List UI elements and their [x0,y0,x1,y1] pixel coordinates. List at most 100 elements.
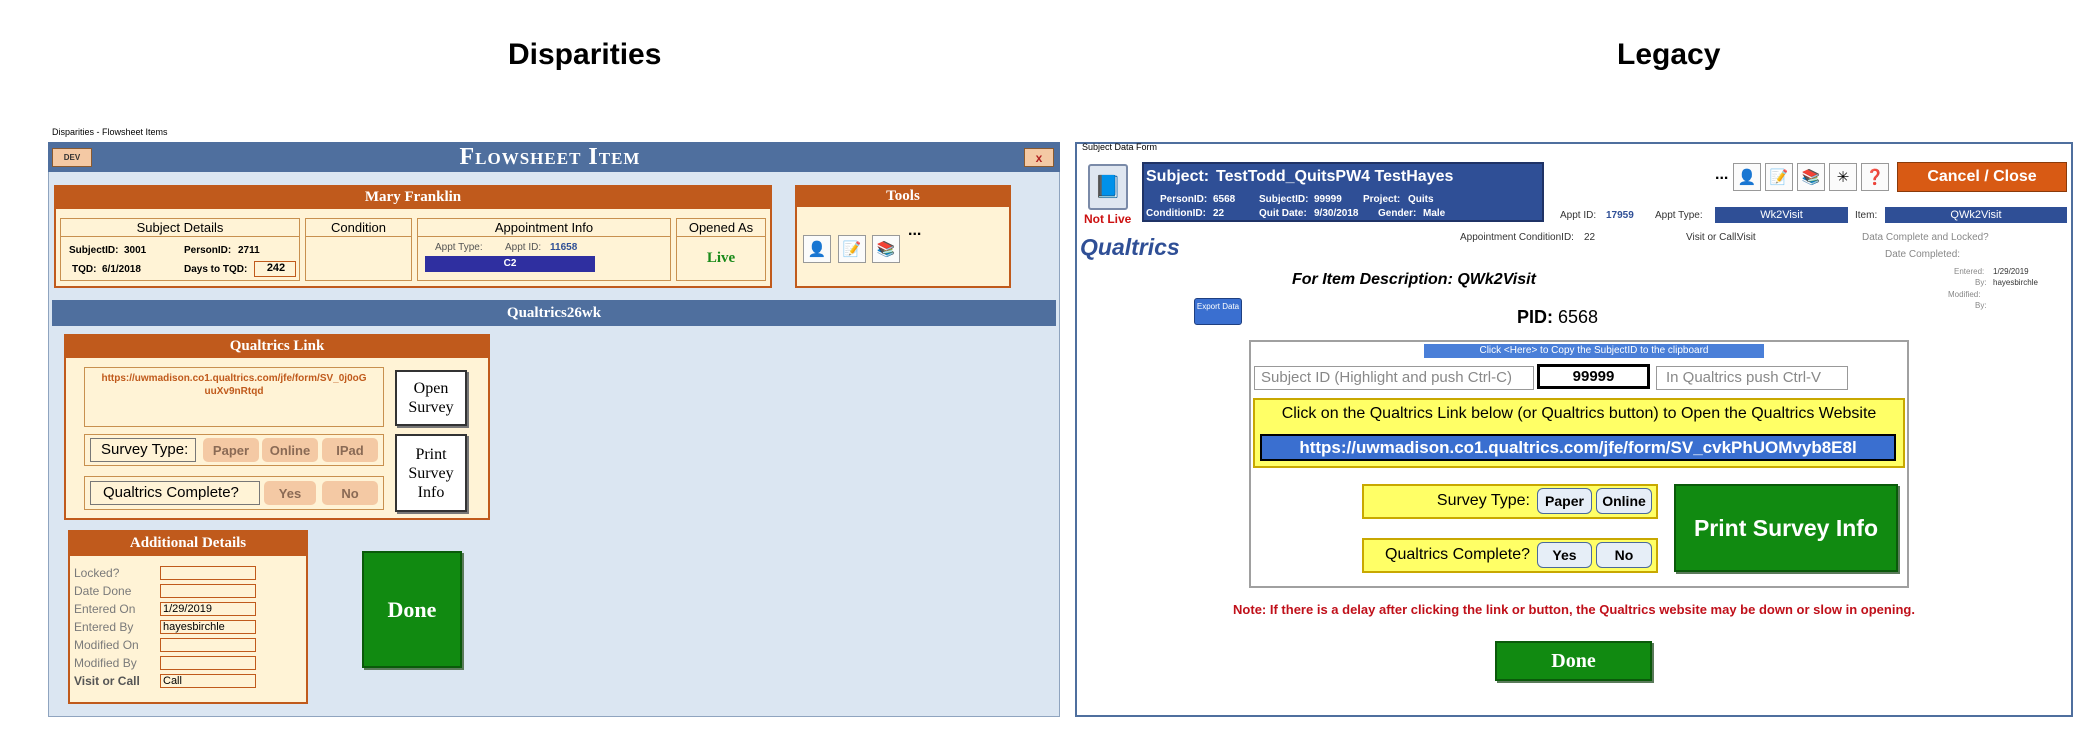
additional-details-title: Additional Details [68,530,308,556]
opened-as-value: Live [706,250,736,266]
project-label: Project: [1363,194,1401,205]
dev-button[interactable]: DEV [52,148,92,167]
tools-more-button[interactable]: ... [908,222,921,240]
gender-value: Male [1423,208,1446,219]
appt-type-value: Wk2Visit [1715,207,1848,223]
more-button[interactable]: ... [1715,166,1728,184]
modified-on-field[interactable] [160,638,256,652]
visit-or-call-label: Visit or Call [74,674,140,688]
survey-type-online[interactable]: Online [262,438,318,462]
left-window-caption: Disparities - Flowsheet Items [52,127,168,137]
quit-date-value: 9/30/2018 [1314,208,1359,219]
appointment-info-label: Appointment Info [418,219,670,237]
entered-by-field[interactable]: hayesbirchle [160,620,256,634]
modified-by-label: Modified By [74,656,137,670]
cancel-close-button[interactable]: Cancel / Close [1897,162,2067,192]
subject-id-value: 3001 [124,245,147,256]
done-button[interactable]: Done [1495,641,1652,681]
pinwheel-icon[interactable]: ✳ [1829,163,1857,191]
visit-or-call-value: Visit [1737,232,1756,243]
opened-as-label: Opened As [677,219,765,237]
survey-type-ipad[interactable]: IPad [322,438,378,462]
click-link-instructions: Click on the Qualtrics Link below (or Qu… [1281,405,1877,422]
item-value: QWk2Visit [1885,207,2067,223]
days-to-tqd-label: Days to TQD: [184,264,248,275]
survey-type-label: Survey Type: [1436,492,1530,509]
appt-type-value: C2 [425,256,595,272]
subject-id-copy-field[interactable]: 99999 [1537,364,1650,389]
qualtrics-url-link[interactable]: https://uwmadison.co1.qualtrics.com/jfe/… [1260,434,1896,461]
person-id-value: 6568 [1213,194,1236,205]
qualtrics-link-title: Qualtrics Link [64,334,490,358]
pid-label: PID: [1517,307,1553,327]
open-survey-button[interactable]: Open Survey [395,370,467,426]
print-survey-button[interactable]: Print Survey Info [395,434,467,512]
subject-id-label: SubjectID: [1259,194,1309,205]
appt-condition-value: 22 [1584,232,1596,243]
books-icon[interactable]: 📚 [872,235,900,263]
qualtrics-complete-label: Qualtrics Complete? [90,481,260,505]
person-id-value: 2711 [238,245,260,256]
condition-id-value: 22 [1213,208,1225,219]
entered-value: 1/29/2019 [1993,267,2029,276]
print-survey-button[interactable]: Print Survey Info [1674,484,1898,572]
entered-on-field[interactable]: 1/29/2019 [160,602,256,616]
tqd-value: 6/1/2018 [102,264,141,275]
modified-by-label: By: [1975,301,1987,310]
export-data-button[interactable]: Export Data [1194,298,1242,325]
person-icon[interactable]: 👤 [1733,163,1761,191]
appt-id-label: Appt ID: [505,242,542,253]
entered-by-label: Entered By [74,620,134,634]
form-title: Flowsheet Item [459,144,641,170]
done-button[interactable]: Done [362,551,462,668]
survey-type-online[interactable]: Online [1596,488,1652,514]
survey-type-paper[interactable]: Paper [203,438,259,462]
visit-or-call-label: Visit or Call: [1686,232,1740,243]
quit-date-label: Quit Date: [1259,208,1307,219]
date-completed-label: Date Completed: [1885,249,1961,260]
survey-type-paper[interactable]: Paper [1537,488,1592,514]
appt-condition-label: Appointment ConditionID: [1460,232,1574,243]
days-to-tqd-field: 242 [254,261,296,277]
delay-note: Note: If there is a delay after clicking… [1233,602,1915,617]
books-icon[interactable]: 📚 [1797,163,1825,191]
person-id-label: PersonID: [1160,194,1208,205]
qualtrics-url[interactable]: https://uwmadison.co1.qualtrics.com/jfe/… [84,367,384,427]
modified-by-field[interactable] [160,656,256,670]
copy-subject-id-bar[interactable]: Click <Here> to Copy the SubjectID to th… [1424,344,1764,358]
book-icon: 📘 [1088,164,1128,210]
visit-or-call-field[interactable]: Call [160,674,256,688]
notes-icon[interactable]: 📝 [1765,163,1793,191]
appt-id-value: 11658 [550,242,578,253]
subject-name: Mary Franklin [54,185,772,209]
complete-no[interactable]: No [322,481,378,505]
tqd-label: TQD: [72,264,97,275]
date-done-label: Date Done [74,584,132,598]
complete-yes[interactable]: Yes [1537,542,1592,568]
locked-field[interactable] [160,566,256,580]
section-bar: Qualtrics26wk [52,300,1056,326]
date-done-field[interactable] [160,584,256,598]
help-icon[interactable]: ❓ [1861,163,1889,191]
modified-on-label: Modified On [74,638,139,652]
complete-no[interactable]: No [1596,542,1652,568]
entered-by-label: By: [1975,278,1987,287]
pid-value: 6568 [1558,307,1599,327]
qualtrics-heading: Qualtrics [1080,234,1180,260]
modified-label: Modified: [1948,290,1981,299]
legacy-title: Legacy [1617,38,1721,71]
person-icon[interactable]: 👤 [803,235,831,263]
close-button[interactable]: x [1024,148,1054,167]
disparities-title: Disparities [508,38,662,71]
subject-label: Subject: [1146,168,1210,185]
complete-yes[interactable]: Yes [264,481,316,505]
subject-id-hint: Subject ID (Highlight and push Ctrl-C) [1254,366,1534,390]
subject-name: TestTodd_QuitsPW4 TestHayes [1216,168,1454,185]
condition-id-label: ConditionID: [1146,208,1206,219]
subject-id-label: SubjectID: [69,245,119,256]
notes-icon[interactable]: 📝 [838,235,866,263]
appt-type-label: Appt Type: [1655,210,1703,221]
item-label: Item: [1855,210,1878,221]
subject-details-label: Subject Details [61,219,299,237]
locked-label: Locked? [74,566,120,580]
